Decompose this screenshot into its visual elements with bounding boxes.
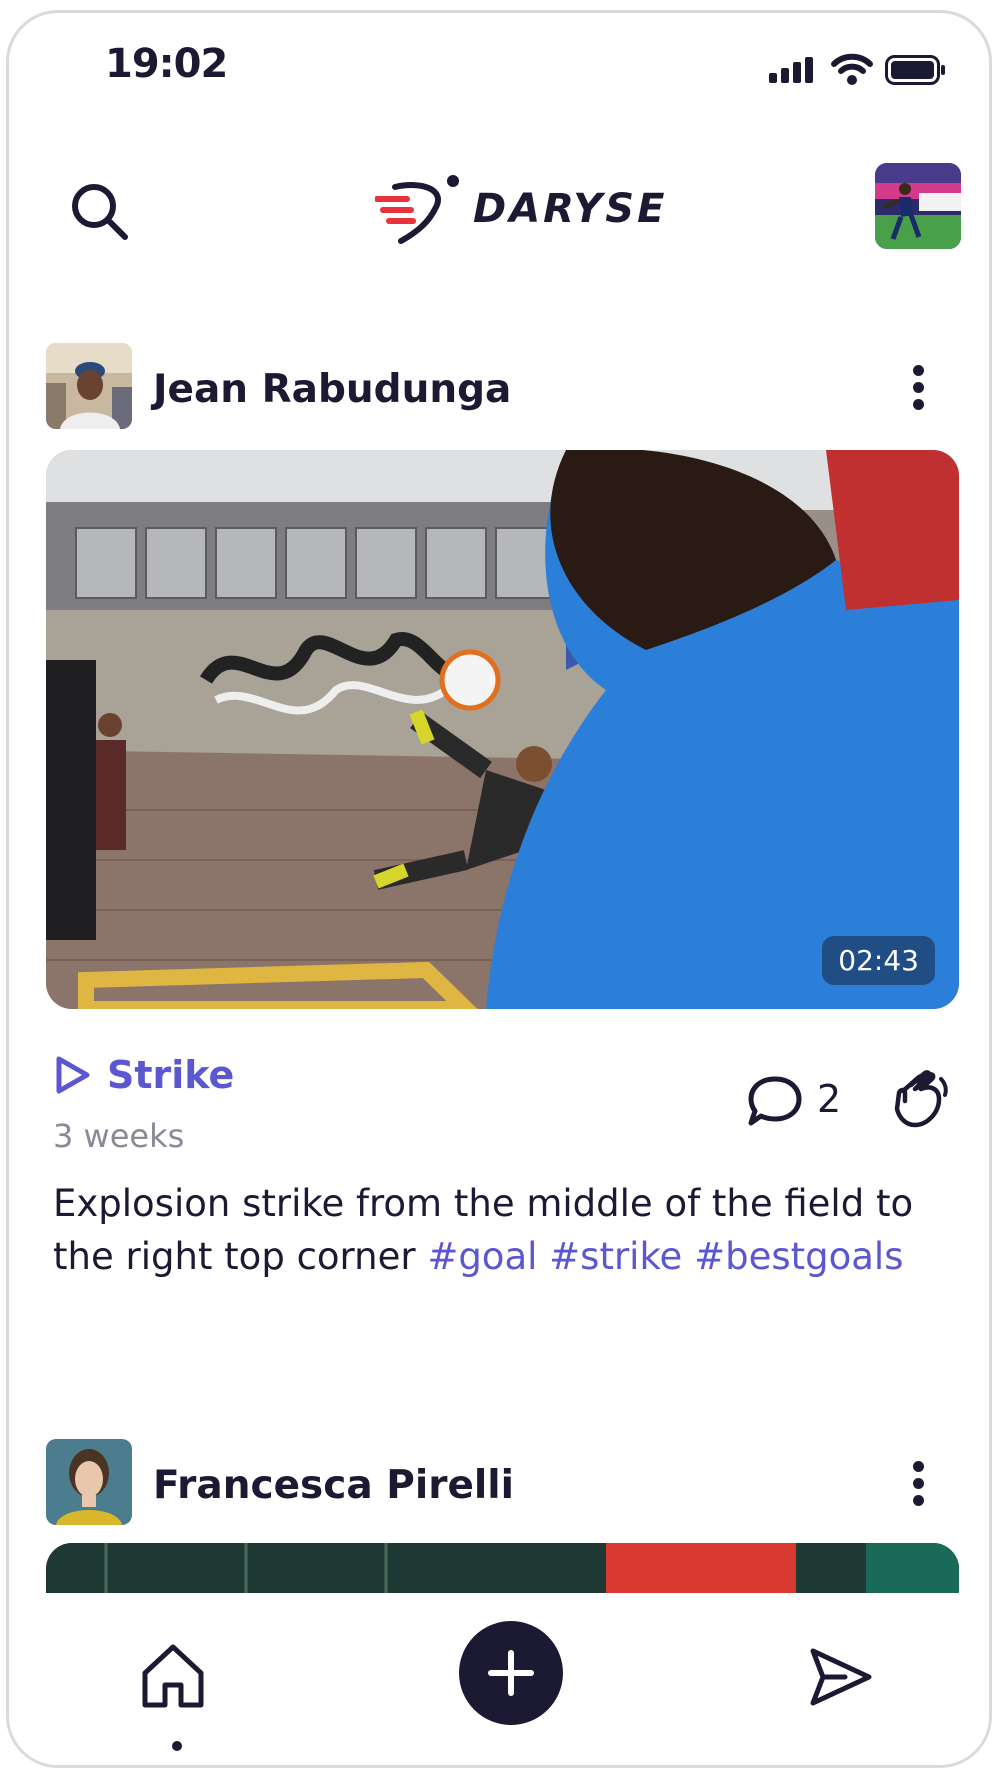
home-icon[interactable] (137, 1641, 209, 1713)
brand-logo[interactable]: DARYSE (375, 173, 667, 245)
author-photo (46, 343, 132, 429)
clap-icon[interactable] (889, 1069, 951, 1131)
author-name[interactable]: Jean Rabudunga (153, 367, 511, 412)
search-icon[interactable] (69, 181, 133, 245)
author-name[interactable]: Francesca Pirelli (153, 1463, 514, 1508)
post-caption: Explosion strike from the middle of the … (53, 1177, 953, 1283)
post-more-menu-icon[interactable] (913, 365, 924, 416)
wifi-icon (831, 53, 873, 85)
post-time-ago: 3 weeks (53, 1117, 185, 1155)
author-avatar[interactable] (46, 1439, 132, 1525)
author-avatar[interactable] (46, 343, 132, 429)
battery-icon (885, 55, 945, 85)
phone-frame: 19:02 DARYSE Jean Rabudunga 02:43 Strike… (6, 10, 992, 1768)
post-category-link[interactable]: Strike (53, 1053, 234, 1097)
brand-name: DARYSE (473, 186, 668, 232)
plus-icon (488, 1650, 534, 1696)
send-icon[interactable] (805, 1641, 877, 1713)
category-label: Strike (107, 1053, 235, 1097)
active-tab-indicator (172, 1741, 182, 1751)
profile-avatar[interactable] (875, 163, 961, 249)
author-photo (46, 1439, 132, 1525)
post-video-thumbnail[interactable]: 02:43 (46, 450, 959, 1009)
brand-mark-icon (375, 175, 459, 244)
bottom-navigation (9, 1593, 989, 1765)
play-icon (56, 1056, 90, 1094)
video-duration: 02:43 (822, 936, 935, 985)
video-frame (46, 450, 959, 1009)
hashtag[interactable]: #bestgoals (694, 1235, 903, 1278)
profile-photo (875, 163, 961, 249)
comment-icon[interactable] (747, 1073, 803, 1129)
add-post-button[interactable] (459, 1621, 563, 1725)
status-time: 19:02 (105, 41, 228, 87)
cellular-signal-icon (769, 57, 813, 83)
comment-count: 2 (817, 1077, 842, 1121)
hashtag[interactable]: #strike (549, 1235, 682, 1278)
hashtag[interactable]: #goal (427, 1235, 537, 1278)
post-more-menu-icon[interactable] (913, 1461, 924, 1512)
